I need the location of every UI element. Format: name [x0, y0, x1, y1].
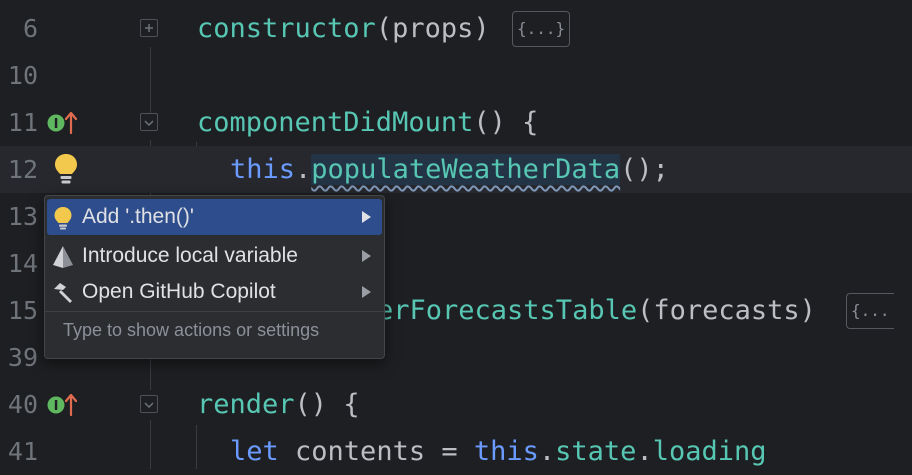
line-number: 12 — [7, 155, 38, 184]
folded-code-text: {... — [851, 301, 890, 320]
folded-code-placeholder[interactable]: {...} — [512, 11, 571, 47]
code-text: constructor(props) — [197, 5, 490, 52]
submenu-arrow-icon — [360, 274, 372, 310]
lightbulb-icon — [51, 206, 75, 230]
lightbulb-icon[interactable] — [52, 152, 80, 186]
code-punctuation: . — [538, 436, 556, 467]
code-text: render() { — [197, 381, 360, 428]
keyword-this: this — [473, 436, 539, 467]
menu-item-introduce-local-variable[interactable]: Introduce local variable — [47, 238, 382, 274]
code-punctuation: . — [636, 436, 653, 467]
implements-method-icon[interactable]: I — [46, 393, 78, 417]
menu-item-label: Open GitHub Copilot — [82, 280, 276, 303]
line-number: 41 — [7, 437, 38, 466]
method-name: erForecastsTable — [377, 295, 638, 326]
line-number: 14 — [7, 249, 38, 278]
code-line: 6 constructor(props) {...} — [0, 5, 912, 52]
property-name: loading — [652, 436, 767, 467]
code-line: 40 I render() { — [0, 381, 912, 428]
popup-divider — [45, 311, 384, 312]
method-params: (props) — [375, 13, 490, 44]
code-line: 11 I componentDidMount() { — [0, 99, 912, 146]
menu-item-add-then[interactable]: Add '.then()' — [47, 199, 382, 235]
method-name: render — [197, 389, 295, 420]
intention-actions-popup: Add '.then()' Introduce local variable O… — [44, 195, 385, 359]
method-name: componentDidMount — [197, 107, 474, 138]
menu-item-open-github-copilot[interactable]: Open GitHub Copilot — [47, 274, 382, 310]
submenu-arrow-icon — [360, 238, 372, 274]
line-number: 11 — [7, 108, 38, 137]
line-number: 39 — [7, 343, 38, 372]
warning-highlight-method-call[interactable]: populateWeatherData — [311, 154, 621, 185]
code-text: componentDidMount() { — [197, 99, 538, 146]
expand-fold-icon[interactable] — [140, 19, 158, 37]
implements-method-icon[interactable]: I — [46, 111, 78, 135]
code-line: 41 let contents = this.state.loading — [0, 428, 912, 475]
svg-text:I: I — [54, 399, 59, 414]
line-number: 40 — [7, 390, 38, 419]
popup-hint-text: Type to show actions or settings — [63, 320, 320, 340]
menu-item-label: Introduce local variable — [82, 244, 298, 267]
code-punctuation: () { — [473, 107, 539, 138]
code-text: let contents = this.state.loading — [230, 428, 767, 475]
code-punctuation: () { — [294, 389, 360, 420]
line-number: 6 — [22, 14, 38, 43]
line-number: 15 — [7, 296, 38, 325]
line-number: 10 — [7, 61, 38, 90]
collapse-fold-icon[interactable] — [140, 395, 158, 413]
collapse-fold-icon[interactable] — [140, 113, 158, 131]
code-text: erForecastsTable(forecasts) — [377, 287, 816, 334]
submenu-arrow-icon — [360, 199, 372, 235]
code-text: this.populateWeatherData(); — [230, 146, 669, 193]
code-punctuation: . — [295, 154, 312, 185]
pyramid-icon — [51, 245, 75, 269]
code-punctuation: (); — [620, 154, 669, 185]
keyword-let: let — [230, 436, 279, 467]
property-name: state — [555, 436, 637, 467]
keyword-this: this — [230, 154, 296, 185]
folded-code-placeholder[interactable]: {... — [846, 293, 894, 329]
line-number: 13 — [7, 202, 38, 231]
method-name: constructor — [197, 13, 376, 44]
code-identifier: contents = — [278, 436, 474, 467]
svg-text:I: I — [54, 117, 59, 132]
code-line: 10 — [0, 52, 912, 99]
hammer-icon — [51, 281, 75, 305]
method-params: (forecasts) — [637, 295, 816, 326]
folded-code-text: {...} — [517, 19, 566, 38]
menu-item-label: Add '.then()' — [82, 205, 194, 228]
code-line-current: 12 this.populateWeatherData(); — [0, 146, 912, 193]
